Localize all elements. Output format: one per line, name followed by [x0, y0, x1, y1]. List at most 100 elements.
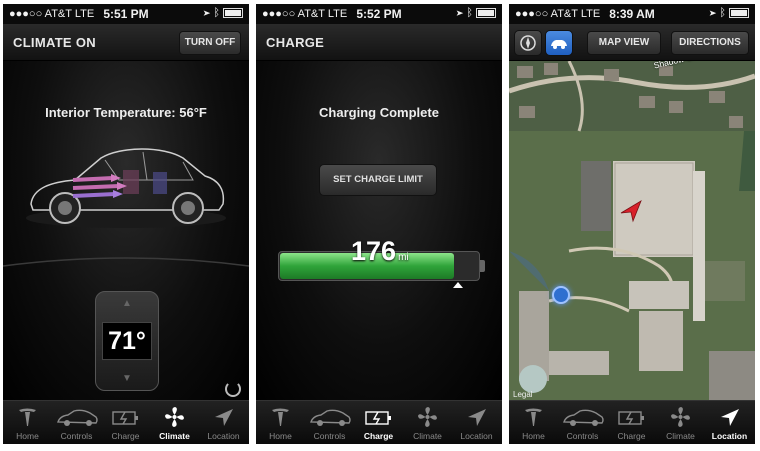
location-arrow-icon: ➤	[456, 7, 464, 19]
tab-controls[interactable]: Controls	[305, 401, 354, 444]
turn-off-button[interactable]: TURN OFF	[179, 31, 241, 55]
temperature-dial[interactable]: ▲ 71° ▼	[95, 291, 159, 391]
battery-charge-icon	[112, 411, 138, 425]
fan-icon	[671, 407, 690, 427]
tab-label: Location	[207, 431, 240, 441]
increase-temperature-arrow-icon[interactable]: ▲	[96, 298, 158, 309]
tesla-logo-icon	[272, 408, 289, 426]
tab-climate[interactable]: Climate	[656, 401, 705, 444]
set-charge-limit-button[interactable]: SET CHARGE LIMIT	[319, 164, 437, 196]
set-temperature-value: 71°	[102, 322, 152, 360]
status-bar: ●●●○○ AT&T LTE 5:51 PM ➤ ᛒ	[3, 4, 249, 24]
location-arrow-icon	[468, 409, 486, 426]
tab-label: Climate	[159, 431, 190, 441]
tab-label: Controls	[566, 431, 599, 441]
charge-panel: Charging Complete SET CHARGE LIMIT 176 mi	[256, 61, 502, 401]
compass-button[interactable]	[514, 30, 542, 56]
battery-icon	[476, 8, 496, 19]
battery-charge-icon	[365, 411, 391, 425]
fan-icon	[165, 407, 184, 427]
page-title: CLIMATE ON	[13, 35, 96, 50]
tab-label: Controls	[60, 431, 93, 441]
header-bar: CLIMATE ON TURN OFF	[3, 24, 249, 61]
range-readout: 176 mi	[351, 236, 409, 267]
tab-label: Location	[711, 431, 748, 441]
location-screen: ●●●○○ AT&T LTE 8:39 AM ➤ ᛒ MAP VIEW DIRE…	[509, 4, 755, 444]
car-xray-image	[26, 148, 226, 228]
car-icon	[563, 409, 604, 426]
tab-location[interactable]: Location	[452, 401, 501, 444]
tab-home[interactable]: Home	[3, 401, 52, 444]
tab-label: Home	[16, 431, 39, 441]
legal-link[interactable]: Legal	[513, 390, 533, 399]
car-location-button[interactable]	[545, 30, 573, 56]
location-arrow-icon	[721, 409, 739, 426]
climate-screen: ●●●○○ AT&T LTE 5:51 PM ➤ ᛒ CLIMATE ON TU…	[3, 4, 249, 444]
satellite-map[interactable]: Shadow Creek Ln Legal	[509, 61, 755, 401]
charging-status-label: Charging Complete	[319, 105, 439, 120]
tab-label: Charge	[363, 431, 394, 441]
map-imagery	[509, 61, 755, 401]
car-icon	[551, 40, 567, 49]
compass-icon	[520, 35, 536, 51]
tab-location[interactable]: Location	[705, 401, 754, 444]
tesla-logo-icon	[525, 408, 542, 426]
header-bar: CHARGE	[256, 24, 502, 61]
fan-icon	[418, 407, 437, 427]
status-icons: ➤ ᛒ	[204, 7, 243, 19]
page-title: CHARGE	[266, 35, 325, 50]
decrease-temperature-arrow-icon[interactable]: ▼	[96, 373, 158, 384]
status-icons: ➤ ᛒ	[710, 7, 749, 19]
tesla-logo-icon	[19, 408, 36, 426]
location-arrow-icon: ➤	[203, 7, 211, 19]
charge-screen: ●●●○○ AT&T LTE 5:52 PM ➤ ᛒ CHARGE Chargi…	[256, 4, 502, 444]
status-icons: ➤ ᛒ	[457, 7, 496, 19]
car-location-pin-icon[interactable]	[619, 199, 643, 223]
battery-icon	[223, 8, 243, 19]
tab-label: Charge	[617, 431, 646, 441]
charge-limit-marker[interactable]	[453, 282, 463, 288]
user-location-dot	[552, 286, 570, 304]
status-bar: ●●●○○ AT&T LTE 8:39 AM ➤ ᛒ	[509, 4, 755, 24]
tab-home[interactable]: Home	[256, 401, 305, 444]
tab-label: Charge	[111, 431, 140, 441]
battery-icon	[729, 8, 749, 19]
location-arrow-icon	[215, 409, 233, 426]
bluetooth-icon: ᛒ	[466, 7, 473, 19]
tab-charge[interactable]: Charge	[607, 401, 656, 444]
tab-bar: Home Controls Charge Climate Location	[509, 400, 755, 444]
directions-button[interactable]: DIRECTIONS	[671, 31, 749, 55]
tab-climate[interactable]: Climate	[403, 401, 452, 444]
range-unit: mi	[398, 252, 409, 263]
tab-charge[interactable]: Charge	[101, 401, 150, 444]
status-bar: ●●●○○ AT&T LTE 5:52 PM ➤ ᛒ	[256, 4, 502, 24]
tab-label: Home	[269, 431, 292, 441]
car-icon	[310, 409, 351, 426]
bluetooth-icon: ᛒ	[213, 7, 220, 19]
tab-label: Location	[460, 431, 493, 441]
tab-bar: Home Controls Charge Climate Location	[3, 400, 249, 444]
car-icon	[57, 409, 98, 426]
battery-charge-icon	[618, 411, 644, 425]
tab-home[interactable]: Home	[509, 401, 558, 444]
tab-bar: Home Controls Charge Climate Location	[256, 400, 502, 444]
tab-controls[interactable]: Controls	[52, 401, 101, 444]
refresh-icon[interactable]	[225, 381, 241, 397]
tab-controls[interactable]: Controls	[558, 401, 607, 444]
bluetooth-icon: ᛒ	[719, 7, 726, 19]
header-bar: MAP VIEW DIRECTIONS	[509, 24, 755, 61]
tab-charge[interactable]: Charge	[354, 401, 403, 444]
interior-temperature-label: Interior Temperature: 56°F	[45, 105, 207, 120]
location-arrow-icon: ➤	[709, 7, 717, 19]
tab-label: Climate	[666, 431, 695, 441]
tab-location[interactable]: Location	[199, 401, 248, 444]
tab-label: Home	[522, 431, 545, 441]
climate-panel: Interior Temperature: 56°F ▲ 71° ▼	[3, 61, 249, 401]
tab-label: Controls	[313, 431, 346, 441]
tab-label: Climate	[413, 431, 442, 441]
tab-climate[interactable]: Climate	[150, 401, 199, 444]
battery-cap	[480, 260, 485, 272]
map-view-button[interactable]: MAP VIEW	[587, 31, 661, 55]
range-value: 176	[351, 236, 397, 266]
panel-divider	[3, 257, 249, 267]
